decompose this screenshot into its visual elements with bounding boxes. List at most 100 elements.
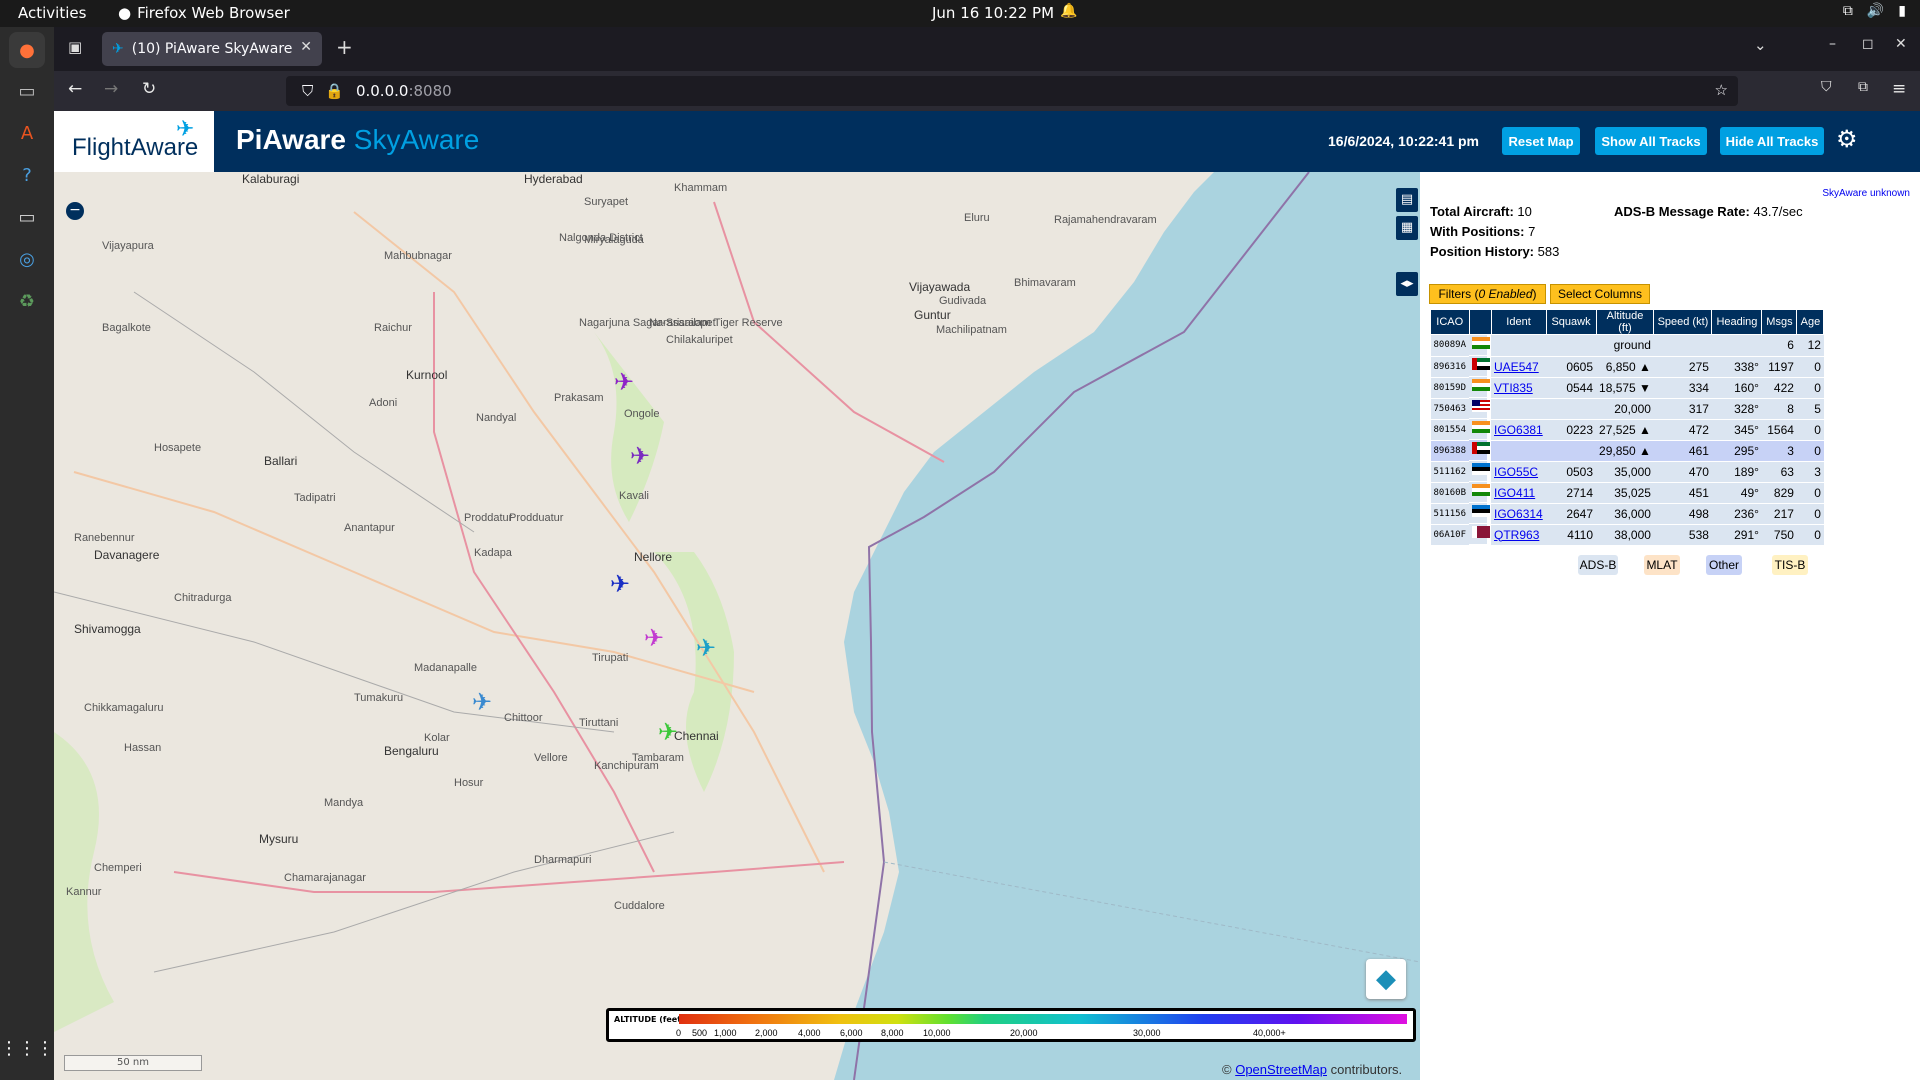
city-label: Khammam bbox=[674, 182, 728, 194]
city-label: Ballari bbox=[264, 454, 298, 468]
aircraft-row[interactable]: 06A10F QTR963 4110 38,000 538 291° 750 0 bbox=[1430, 524, 1824, 546]
city-label: Adoni bbox=[369, 397, 398, 409]
settings-gear-icon[interactable]: ⚙ bbox=[1836, 125, 1858, 153]
reload-icon[interactable]: ↻ bbox=[142, 79, 156, 99]
aircraft-row[interactable]: 896316 UAE547 0605 6,850 ▲ 275 338° 1197 0 bbox=[1430, 356, 1824, 378]
aircraft-row[interactable]: 896388 29,850 ▲ 461 295° 3 0 bbox=[1430, 440, 1824, 462]
trash-dock-icon[interactable]: ♻ bbox=[9, 283, 45, 319]
aircraft-row[interactable]: 750463 20,000 317 328° 8 5 bbox=[1430, 398, 1824, 420]
menu-icon[interactable]: ≡ bbox=[1892, 79, 1906, 99]
column-header[interactable]: Age bbox=[1796, 309, 1825, 335]
show-apps-icon[interactable]: ⋮⋮⋮ bbox=[0, 1030, 54, 1066]
aircraft-marker-icon[interactable]: ✈ bbox=[610, 572, 630, 596]
column-header[interactable]: Ident bbox=[1490, 309, 1547, 335]
altitude-tick-label: 20,000 bbox=[1010, 1028, 1038, 1038]
aircraft-marker-icon[interactable]: ✈ bbox=[614, 370, 634, 394]
files-dock-icon[interactable]: ▭ bbox=[9, 73, 45, 109]
aircraft-row[interactable]: 80160B IGO411 2714 35,025 451 49° 829 0 bbox=[1430, 482, 1824, 504]
url-bar[interactable]: ⛉ 🔒 0.0.0.0:8080 ☆ bbox=[286, 76, 1738, 106]
aircraft-row[interactable]: 511162 IGO55C 0503 35,000 470 189° 63 3 bbox=[1430, 461, 1824, 483]
aircraft-row[interactable]: 801554 IGO6381 0223 27,525 ▲ 472 345° 1564 0 bbox=[1430, 419, 1824, 441]
ident-link[interactable]: IGO55C bbox=[1494, 465, 1538, 479]
battery-icon: ▮ bbox=[1898, 3, 1906, 19]
ident-link[interactable]: IGO6314 bbox=[1494, 507, 1543, 521]
clock[interactable]: Jun 16 10:22 PM bbox=[932, 4, 1054, 22]
column-header[interactable]: Msgs bbox=[1761, 309, 1798, 335]
terminal-dock-icon[interactable]: ▭ bbox=[9, 199, 45, 235]
aircraft-marker-icon[interactable]: ✈ bbox=[696, 636, 716, 660]
column-header[interactable]: Altitude (ft) bbox=[1595, 309, 1655, 335]
extensions-icon[interactable]: ⧉ bbox=[1858, 79, 1868, 95]
list-tabs-icon[interactable]: ⌄ bbox=[1754, 36, 1767, 54]
aircraft-marker-icon[interactable]: ✈ bbox=[658, 720, 678, 744]
altitude-tick-label: 500 bbox=[692, 1028, 708, 1038]
table-cell: 829 bbox=[1761, 482, 1797, 504]
shield-icon[interactable]: ⛉ bbox=[302, 82, 313, 100]
pocket-icon[interactable]: ⛉ bbox=[1821, 79, 1832, 95]
skyaware-version-link[interactable]: SkyAware unknown bbox=[1822, 188, 1910, 199]
ident-link[interactable]: UAE547 bbox=[1494, 360, 1539, 374]
bell-icon[interactable]: 🔔 bbox=[1060, 3, 1077, 19]
aircraft-row[interactable]: 511156 IGO6314 2647 36,000 498 236° 217 0 bbox=[1430, 503, 1824, 525]
map-type-icon[interactable]: ▤ bbox=[1396, 188, 1418, 212]
forward-icon[interactable]: → bbox=[104, 79, 118, 99]
reset-map-button[interactable]: Reset Map bbox=[1502, 127, 1580, 155]
sidebar: SkyAware unknown Total Aircraft: 10 With… bbox=[1420, 172, 1920, 1080]
altitude-tick-label: 4,000 bbox=[798, 1028, 821, 1038]
city-label: Davanagere bbox=[94, 548, 160, 562]
ident-link[interactable]: IGO411 bbox=[1494, 486, 1535, 500]
map-view[interactable]: Kalaburagi Hyderabad Khammam Suryapet Vijaya… bbox=[54, 172, 1420, 1080]
ident-link[interactable]: QTR963 bbox=[1494, 528, 1539, 542]
firefox-dock-icon[interactable]: ● bbox=[9, 32, 45, 68]
flag-icon bbox=[1472, 399, 1491, 412]
bookmark-star-icon[interactable]: ☆ bbox=[1715, 81, 1728, 99]
lock-icon[interactable]: 🔒 bbox=[325, 82, 344, 100]
brand-main: PiAware bbox=[236, 124, 346, 155]
ident-link[interactable]: VTI835 bbox=[1494, 381, 1533, 395]
maximize-icon[interactable]: ◻ bbox=[1862, 36, 1874, 52]
show-all-tracks-button[interactable]: Show All Tracks bbox=[1595, 127, 1707, 155]
table-cell: 2714 bbox=[1546, 482, 1597, 504]
aircraft-marker-icon[interactable]: ✈ bbox=[630, 444, 650, 468]
tab-overview-icon[interactable]: ▣ bbox=[68, 38, 82, 56]
layers-icon[interactable]: ◆ bbox=[1366, 959, 1406, 999]
software-dock-icon[interactable]: A bbox=[9, 115, 45, 151]
hide-all-tracks-button[interactable]: Hide All Tracks bbox=[1720, 127, 1824, 155]
column-header[interactable]: Squawk bbox=[1545, 309, 1597, 335]
column-header[interactable]: Heading bbox=[1711, 309, 1763, 335]
chromium-dock-icon[interactable]: ◎ bbox=[9, 241, 45, 277]
select-columns-button[interactable]: Select Columns bbox=[1550, 284, 1650, 304]
aircraft-marker-icon[interactable]: ✈ bbox=[472, 690, 492, 714]
new-tab-icon[interactable]: + bbox=[336, 35, 353, 59]
ident-cell: UAE547 bbox=[1491, 356, 1547, 378]
icao-cell: 511162 bbox=[1430, 461, 1470, 483]
aircraft-row[interactable]: 80089A ground 6 12 bbox=[1430, 334, 1824, 357]
column-header[interactable] bbox=[1468, 309, 1492, 335]
help-dock-icon[interactable]: ? bbox=[9, 157, 45, 193]
minimize-icon[interactable]: – bbox=[1829, 36, 1836, 52]
filters-button[interactable]: Filters (0 Enabled) bbox=[1429, 284, 1546, 304]
city-label: Vellore bbox=[534, 752, 568, 764]
grid-toggle-icon[interactable]: ▦ bbox=[1396, 216, 1418, 240]
flightaware-logo[interactable]: FlightAware ✈ bbox=[54, 111, 214, 172]
ident-link[interactable]: IGO6381 bbox=[1494, 423, 1543, 437]
zoom-out-button[interactable]: − bbox=[66, 202, 84, 220]
system-tray[interactable]: ⧉ 🔊 ▮ bbox=[1843, 3, 1906, 19]
aircraft-row[interactable]: 80159D VTI835 0544 18,575 ▼ 334 160° 422 0 bbox=[1430, 377, 1824, 399]
close-tab-icon[interactable]: ✕ bbox=[300, 39, 312, 55]
column-header[interactable]: ICAO bbox=[1430, 309, 1470, 335]
table-cell: 0 bbox=[1796, 503, 1824, 525]
table-cell: 63 bbox=[1761, 461, 1797, 483]
openstreetmap-link[interactable]: OpenStreetMap bbox=[1235, 1062, 1327, 1077]
back-icon[interactable]: ← bbox=[68, 79, 82, 99]
tab-piaware[interactable]: ✈ (10) PiAware SkyAware ✕ bbox=[102, 32, 322, 66]
city-label: Eluru bbox=[964, 212, 990, 224]
aircraft-marker-icon[interactable]: ✈ bbox=[644, 626, 664, 650]
app-menu[interactable]: ● Firefox Web Browser bbox=[118, 4, 290, 22]
activities-button[interactable]: Activities bbox=[18, 4, 86, 22]
city-label: Guntur bbox=[914, 308, 951, 322]
city-label: Tumakuru bbox=[354, 692, 404, 704]
toggle-sidebar-icon[interactable]: ◂▸ bbox=[1396, 272, 1418, 296]
column-header[interactable]: Speed (kt) bbox=[1653, 309, 1713, 335]
close-window-icon[interactable]: ✕ bbox=[1895, 36, 1907, 52]
